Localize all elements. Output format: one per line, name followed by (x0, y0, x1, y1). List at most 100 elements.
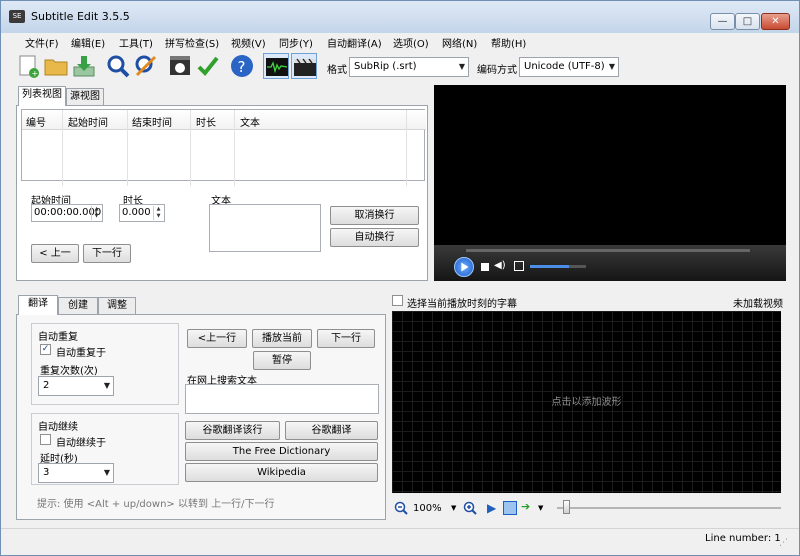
wikipedia-button[interactable]: Wikipedia (185, 463, 378, 482)
menu-auto-translate[interactable]: 自动翻译(A) (327, 35, 382, 50)
tab-adjust[interactable]: 调整 (98, 297, 136, 315)
next-button[interactable]: 下一行 (83, 244, 131, 263)
start-time-input[interactable]: 00:00:00.000 ▲ ▼ (31, 204, 103, 222)
minimize-button[interactable]: — (710, 13, 735, 30)
col-start-time[interactable]: 起始时间 (68, 114, 108, 129)
tab-translate[interactable]: 翻译 (18, 295, 58, 315)
unbreak-button[interactable]: 取消换行 (330, 206, 419, 225)
search-web-input[interactable] (185, 384, 379, 414)
column-divider (406, 110, 407, 186)
visual-sync-icon[interactable] (167, 53, 193, 79)
spell-check-icon[interactable] (195, 53, 221, 79)
repeat-count-select[interactable]: 2 ▼ (38, 376, 114, 396)
auto-repeat-title: 自动重复 (38, 332, 78, 343)
window-title: Subtitle Edit 3.5.5 (31, 10, 130, 23)
subtitle-panel: 编号 起始时间 结束时间 时长 文本 起始时间 00:00:00.000 ▲ ▼ 时… (16, 105, 428, 281)
zoom-level[interactable]: 100% (413, 503, 442, 514)
menu-spellcheck[interactable]: 拼写检查(S) (165, 35, 219, 50)
col-duration[interactable]: 时长 (196, 114, 216, 129)
split-view-icon[interactable] (503, 501, 517, 515)
menu-help[interactable]: 帮助(H) (491, 35, 526, 50)
format-select[interactable]: SubRip (.srt) ▼ (349, 57, 469, 77)
menu-network[interactable]: 网络(N) (442, 35, 477, 50)
menu-options[interactable]: 选项(O) (393, 35, 429, 50)
duration-input[interactable]: 0.000 ▲ ▼ (119, 204, 165, 222)
chevron-down-icon[interactable]: ▼ (451, 504, 456, 512)
slider-handle[interactable] (563, 500, 570, 514)
menu-video[interactable]: 视频(V) (231, 35, 266, 50)
subtitle-table[interactable]: 编号 起始时间 结束时间 时长 文本 (21, 109, 426, 186)
svg-text:?: ? (238, 58, 246, 76)
auto-break-button[interactable]: 自动换行 (330, 228, 419, 247)
resize-grip-icon[interactable]: ⋰ (779, 538, 788, 548)
menu-bar: 文件(F) 编辑(E) 工具(T) 拼写检查(S) 视频(V) 同步(Y) 自动… (1, 33, 799, 51)
waveform-area[interactable]: 点击以添加波形 (392, 311, 781, 493)
tab-create[interactable]: 创建 (58, 297, 98, 315)
volume-icon[interactable]: ◀) (494, 260, 506, 271)
no-video-label: 未加载视频 (733, 299, 783, 310)
chevron-down-icon[interactable]: ▼ (538, 504, 543, 512)
select-current-subtitle-label: 选择当前播放时刻的字幕 (407, 299, 517, 310)
close-button[interactable]: ✕ (761, 13, 790, 30)
menu-file[interactable]: 文件(F) (25, 35, 59, 50)
line-number-status: Line number: 1 (705, 533, 781, 544)
col-text[interactable]: 文本 (240, 114, 260, 129)
status-bar: Line number: 1 ⋰ (1, 528, 799, 555)
translate-panel: 自动重复 ✓ 自动重复于 重复次数(次) 2 ▼ 自动继续 自动继续于 延时(秒)… (16, 314, 386, 520)
column-divider (234, 110, 235, 186)
find-icon[interactable] (105, 53, 131, 79)
shortcut-tip: 提示: 使用 <Alt + up/down> 以转到 上一行/下一行 (37, 499, 275, 510)
spinner-icon[interactable]: ▲ ▼ (91, 206, 101, 220)
video-toggle-icon[interactable] (291, 53, 317, 79)
auto-repeat-checkbox[interactable]: ✓ (40, 344, 51, 355)
col-number[interactable]: 编号 (26, 114, 46, 129)
play-current-button[interactable]: 播放当前 (252, 329, 312, 348)
prev-line-button[interactable]: <上一行 (187, 329, 247, 348)
auto-repeat-group: 自动重复 ✓ 自动重复于 重复次数(次) 2 ▼ (31, 323, 179, 405)
repeat-count-value: 2 (43, 380, 50, 391)
pause-button[interactable]: 暂停 (253, 351, 311, 370)
tab-source-view[interactable]: 源视图 (66, 88, 104, 106)
fullscreen-icon[interactable] (514, 261, 524, 271)
spinner-icon[interactable]: ▲ ▼ (153, 206, 163, 220)
open-folder-icon[interactable] (43, 53, 69, 79)
menu-sync[interactable]: 同步(Y) (279, 35, 313, 50)
zoom-out-icon[interactable] (394, 501, 408, 518)
subtitle-text-input[interactable] (209, 204, 321, 252)
toolbar: + ? 格式 SubRip (.srt) ▼ 编码方式 Unicode (UTF… (1, 51, 799, 83)
play-button[interactable] (454, 257, 474, 277)
seek-bar[interactable] (466, 249, 750, 252)
video-player[interactable]: ◀) (434, 85, 786, 281)
play-waveform-icon[interactable]: ▶ (487, 501, 496, 515)
volume-slider[interactable] (530, 265, 586, 268)
menu-edit[interactable]: 编辑(E) (71, 35, 105, 50)
menu-tools[interactable]: 工具(T) (119, 35, 153, 50)
title-bar: SE Subtitle Edit 3.5.5 — □ ✕ (1, 1, 799, 33)
free-dictionary-button[interactable]: The Free Dictionary (185, 442, 378, 461)
col-end-time[interactable]: 结束时间 (132, 114, 172, 129)
maximize-button[interactable]: □ (735, 13, 760, 30)
waveform-toggle-icon[interactable] (263, 53, 289, 79)
forward-icon[interactable]: ➔ (521, 500, 530, 513)
encoding-select[interactable]: Unicode (UTF-8) ▼ (519, 57, 619, 77)
column-divider (127, 110, 128, 186)
waveform-position-slider[interactable] (557, 507, 781, 509)
auto-continue-checkbox[interactable] (40, 434, 51, 445)
help-icon[interactable]: ? (229, 53, 255, 79)
delay-select[interactable]: 3 ▼ (38, 463, 114, 483)
replace-icon[interactable] (133, 53, 159, 79)
select-current-subtitle-checkbox[interactable] (392, 295, 403, 306)
stop-icon[interactable] (481, 263, 489, 271)
chevron-down-icon: ▼ (458, 62, 465, 71)
new-file-icon[interactable]: + (15, 53, 41, 79)
previous-button[interactable]: < 上一 (31, 244, 79, 263)
chevron-down-icon: ▼ (103, 381, 110, 390)
tab-list-view[interactable]: 列表视图 (18, 86, 66, 106)
google-translate-line-button[interactable]: 谷歌翻译该行 (185, 421, 280, 440)
auto-continue-title: 自动继续 (38, 422, 78, 433)
next-line-button[interactable]: 下一行 (317, 329, 375, 348)
zoom-in-icon[interactable] (463, 501, 477, 518)
save-download-icon[interactable] (71, 53, 97, 79)
google-translate-button[interactable]: 谷歌翻译 (285, 421, 378, 440)
format-label: 格式 (327, 65, 347, 76)
